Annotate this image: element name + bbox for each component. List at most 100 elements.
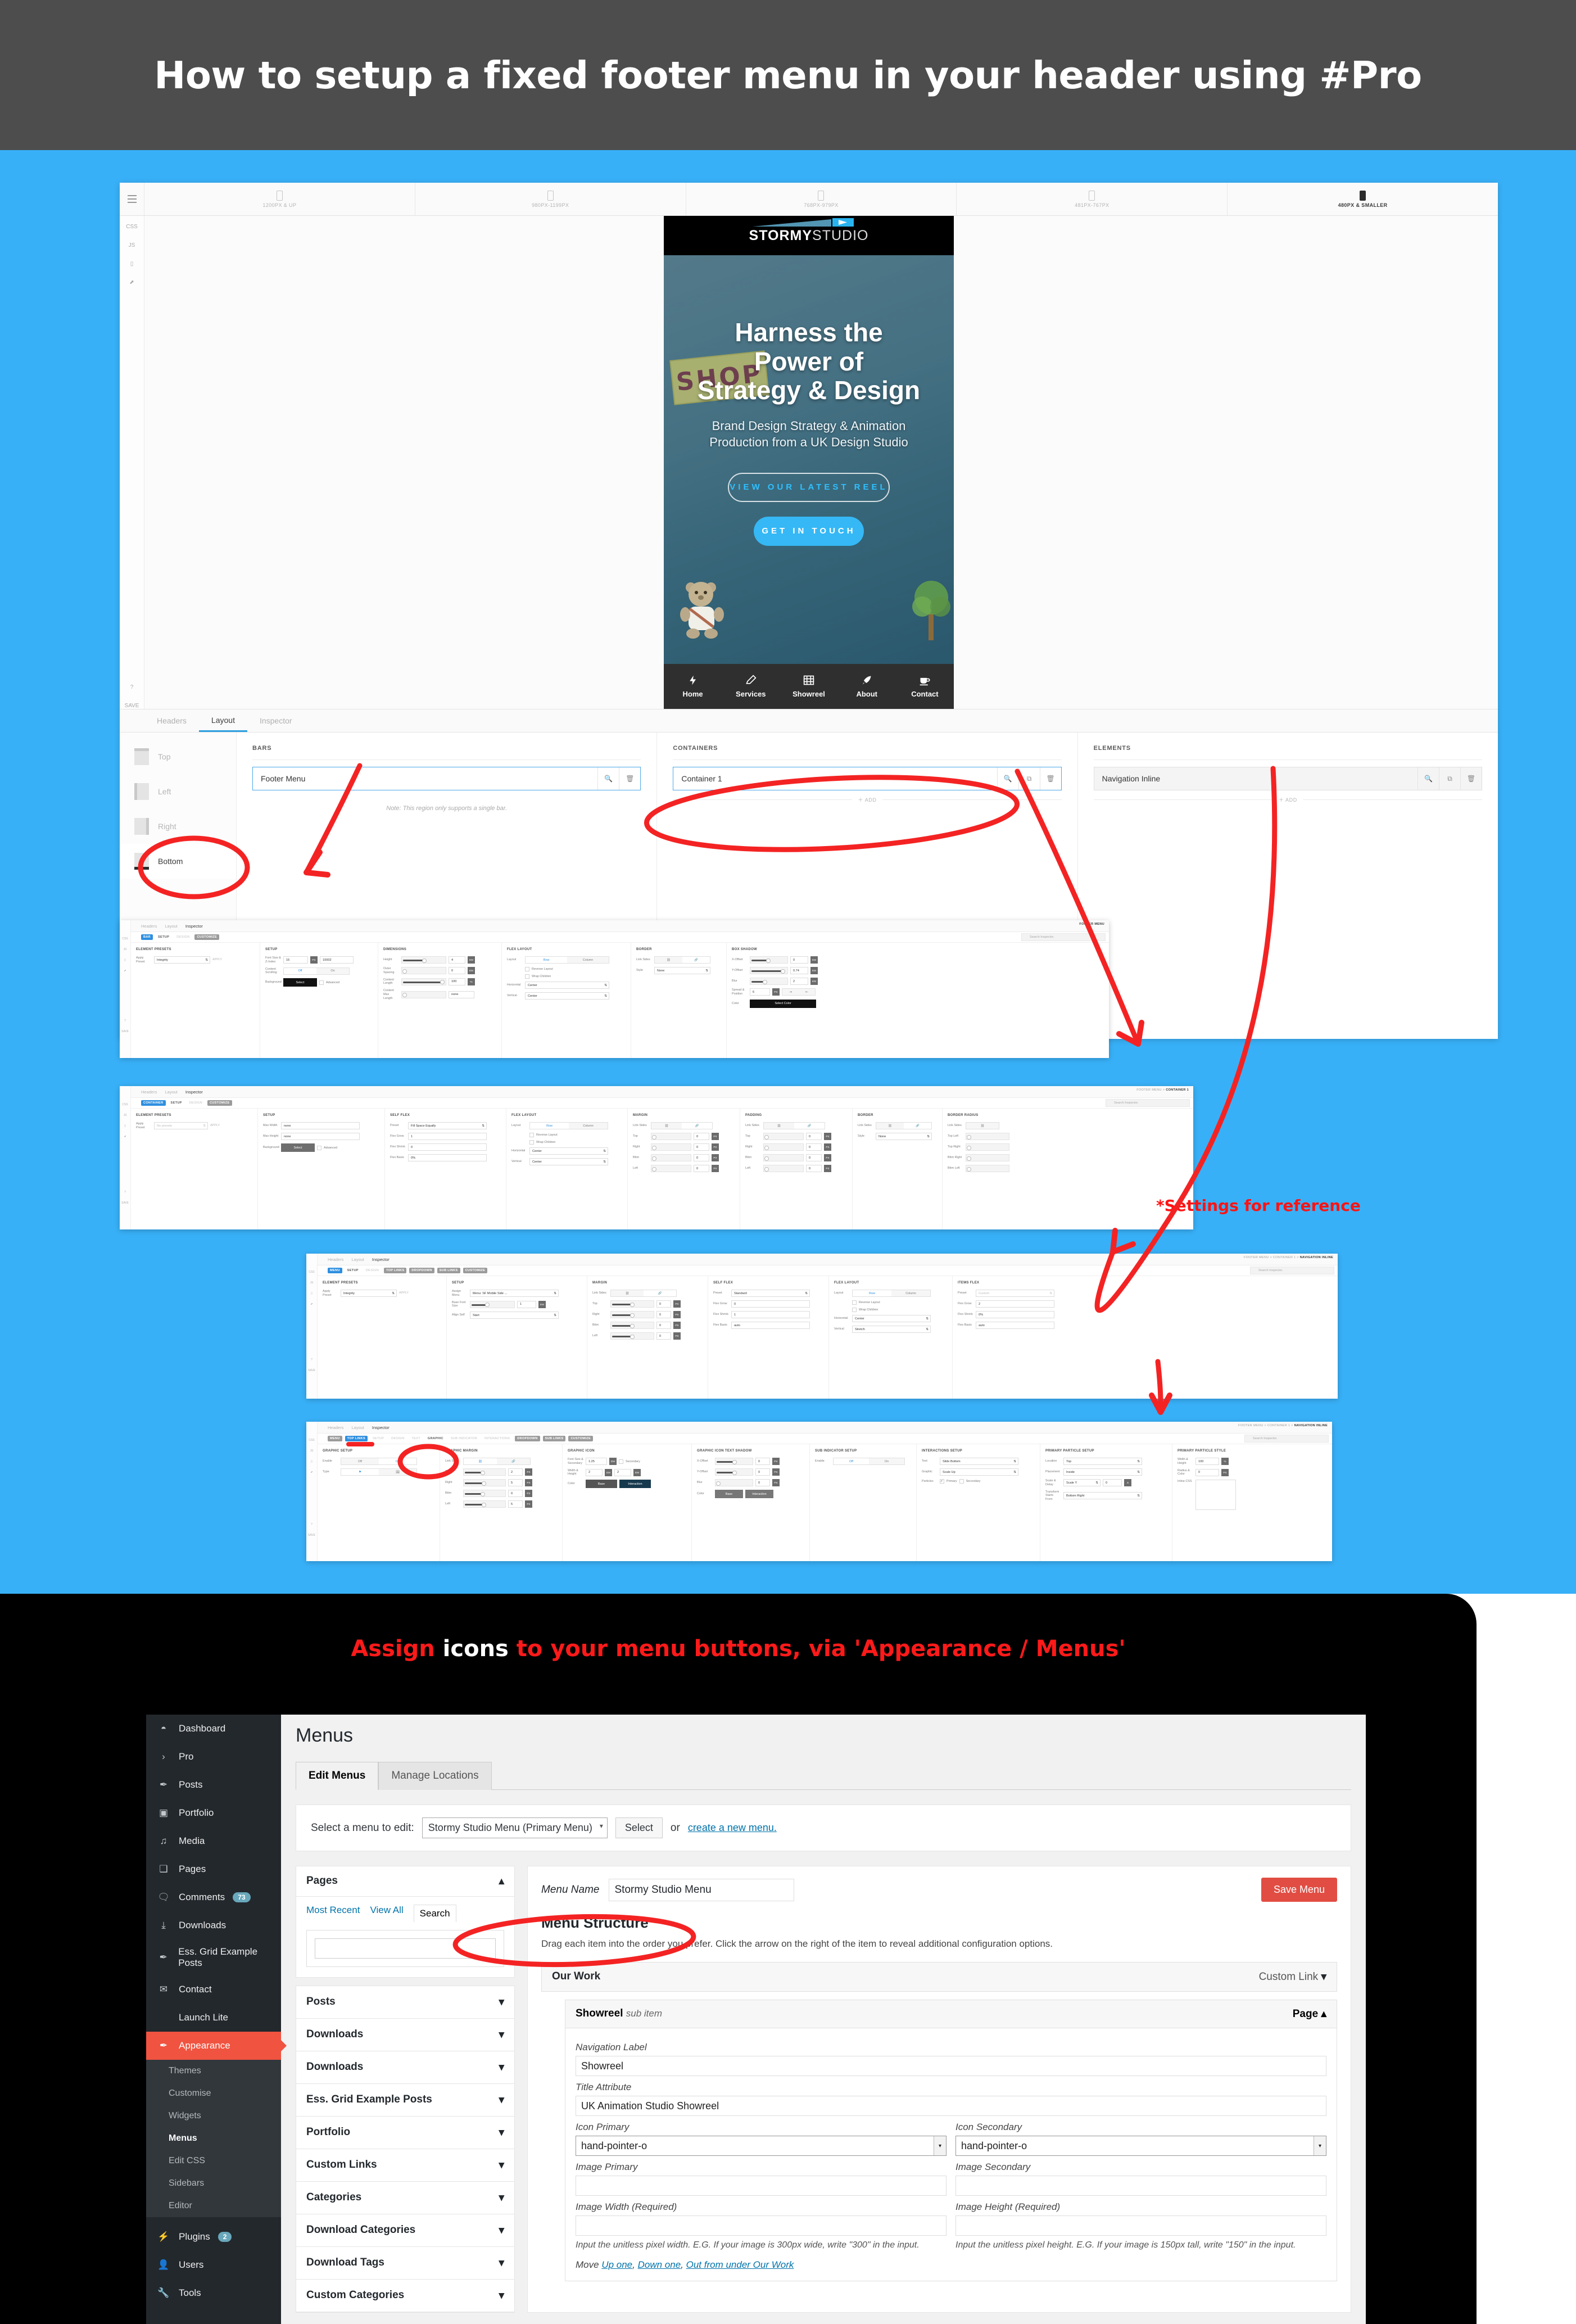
sidebar-item-pro[interactable]: › Pro: [146, 1743, 281, 1771]
is-blur-slider[interactable]: [715, 1479, 753, 1486]
tab-headers[interactable]: Headers: [144, 709, 199, 732]
icon-color-interaction-button[interactable]: Interaction: [619, 1480, 651, 1488]
tab-inspector[interactable]: Inspector: [185, 1089, 203, 1095]
css-tab[interactable]: CSS: [122, 1103, 128, 1106]
is-y-slider[interactable]: [715, 1468, 753, 1476]
padding-top-slider[interactable]: [763, 1133, 804, 1140]
js-tab[interactable]: JS: [124, 948, 127, 951]
particle-location-select[interactable]: Top ⇅: [1063, 1458, 1142, 1465]
image-height-input[interactable]: [955, 2216, 1326, 2236]
unlink-icon[interactable]: ⛓: [876, 1123, 904, 1129]
graphic-width-input[interactable]: 2: [586, 1468, 603, 1476]
sidebar-item-contact[interactable]: ✉ Contact: [146, 1975, 281, 2004]
save-button[interactable]: SAVE: [121, 1030, 129, 1033]
shadow-blur-slider[interactable]: [750, 978, 788, 985]
search-inspector-input[interactable]: Search Inspector.: [1106, 1099, 1190, 1107]
image-secondary-input[interactable]: [955, 2176, 1326, 2196]
accordion-ess-grid[interactable]: Ess. Grid Example Posts ▾: [296, 2084, 514, 2117]
vertical-align-select[interactable]: Stretch ⇅: [852, 1326, 931, 1333]
pill-menu[interactable]: MENU: [328, 1268, 342, 1273]
gm-top-slider[interactable]: [463, 1468, 506, 1476]
outer-spacing-slider[interactable]: [401, 967, 446, 975]
max-height-input[interactable]: none: [281, 1133, 360, 1140]
submenu-item-customise[interactable]: Customise: [146, 2082, 281, 2105]
primary-particle-checkbox[interactable]: ✓: [940, 1479, 944, 1484]
particle-transform-select[interactable]: Bottom Right ⇅: [1063, 1492, 1142, 1500]
pill-customize[interactable]: CUSTOMIZE: [463, 1268, 488, 1273]
font-size-input[interactable]: 16: [283, 956, 308, 964]
search-inspector-input[interactable]: Search Inspector.: [1244, 1435, 1329, 1443]
accordion-posts[interactable]: Posts ▾: [296, 1986, 514, 2019]
create-new-menu-link[interactable]: create a new menu.: [688, 1822, 777, 1834]
horizontal-align-select[interactable]: Center ⇅: [525, 982, 609, 989]
link-icon[interactable]: 🔗: [682, 957, 710, 963]
tab-layout[interactable]: Layout: [351, 1425, 364, 1430]
footer-nav-services[interactable]: Services: [722, 675, 780, 698]
link-icon[interactable]: 🔗: [497, 1458, 530, 1464]
pill-setup[interactable]: SETUP: [156, 934, 171, 940]
graphic-enable-toggle[interactable]: Off On: [341, 1458, 417, 1465]
link-sides-toggle[interactable]: ⛓ 🔗: [463, 1458, 531, 1465]
icon-color-base-button[interactable]: Base: [586, 1480, 617, 1488]
base-font-slider[interactable]: [470, 1300, 515, 1308]
content-scrolling-toggle[interactable]: Off On: [283, 967, 350, 975]
accordion-categories[interactable]: Categories ▾: [296, 2182, 514, 2214]
self-flex-preset-select[interactable]: Standard ⇅: [731, 1290, 810, 1297]
trash-icon[interactable]: 🗑: [619, 767, 640, 790]
tab-headers[interactable]: Headers: [328, 1425, 343, 1430]
footer-nav-about[interactable]: About: [838, 675, 896, 698]
js-tab[interactable]: JS: [310, 1449, 314, 1453]
flex-direction-toggle[interactable]: Row Column: [852, 1290, 931, 1297]
link-sides-toggle[interactable]: ⛓ 🔗: [651, 1122, 713, 1129]
external-link-icon[interactable]: ⬈: [310, 1303, 313, 1306]
advanced-checkbox[interactable]: [319, 980, 324, 985]
select-button[interactable]: Select: [615, 1817, 663, 1838]
unlink-icon[interactable]: ⛓: [611, 1290, 644, 1296]
pill-container[interactable]: CONTAINER: [141, 1100, 166, 1106]
flex-direction-toggle[interactable]: Row Column: [525, 956, 609, 964]
gm-right-slider[interactable]: [463, 1479, 506, 1486]
help-icon[interactable]: ?: [124, 1191, 126, 1194]
unit-px[interactable]: PX: [310, 956, 318, 964]
z-index-input[interactable]: 10002: [320, 956, 354, 964]
external-link-icon[interactable]: ⬈: [310, 1471, 313, 1474]
help-icon[interactable]: ?: [124, 1019, 126, 1023]
title-attribute-input[interactable]: UK Animation Studio Showreel: [576, 2096, 1326, 2116]
element-item-navigation-inline[interactable]: Navigation Inline 🔍 ⧉ 🗑: [1093, 767, 1482, 790]
unlink-icon[interactable]: ⛓: [966, 1123, 999, 1129]
pill-setup[interactable]: SETUP: [169, 1100, 184, 1106]
icon-secondary-select[interactable]: hand-pointer-o ▾: [955, 2136, 1326, 2156]
tab-layout[interactable]: Layout: [165, 924, 178, 929]
submenu-item-themes[interactable]: Themes: [146, 2060, 281, 2082]
unlink-icon[interactable]: ⛓: [651, 1123, 682, 1129]
pill-interactions[interactable]: INTERACTIONS: [482, 1436, 512, 1441]
breakpoint-tab-1200[interactable]: 1200PX & UP: [144, 183, 415, 215]
items-flex-basis-input[interactable]: auto: [976, 1322, 1054, 1329]
accordion-portfolio[interactable]: Portfolio ▾: [296, 2117, 514, 2149]
breakpoint-tab-481[interactable]: 481PX-767PX: [957, 183, 1228, 215]
items-flex-shrink-input[interactable]: 0%: [976, 1311, 1054, 1318]
flex-shrink-input[interactable]: 0: [408, 1143, 487, 1151]
external-link-icon[interactable]: ⬈: [129, 279, 134, 286]
link-icon[interactable]: 🔗: [644, 1290, 676, 1296]
move-up-link[interactable]: Up one: [601, 2259, 632, 2270]
items-flex-grow-input[interactable]: 2: [976, 1300, 1054, 1308]
graphic-font-size-input[interactable]: 1.25: [586, 1458, 607, 1466]
shadow-color-button[interactable]: Select Color: [750, 999, 816, 1008]
help-icon[interactable]: ?: [130, 684, 134, 690]
external-link-icon[interactable]: ⬈: [124, 1135, 126, 1138]
css-tab[interactable]: CSS: [309, 1439, 314, 1442]
move-out-link[interactable]: Out from under Our Work: [686, 2259, 794, 2270]
tab-view-all[interactable]: View All: [370, 1905, 403, 1922]
flex-grow-input[interactable]: 1: [408, 1133, 487, 1140]
breakpoint-tab-980[interactable]: 980PX-1199PX: [415, 183, 686, 215]
tab-manage-locations[interactable]: Manage Locations: [378, 1762, 492, 1790]
radius-tl-slider[interactable]: [966, 1133, 1009, 1140]
tab-most-recent[interactable]: Most Recent: [306, 1905, 360, 1922]
apply-button[interactable]: APPLY: [212, 958, 227, 962]
radius-bl-slider[interactable]: [966, 1165, 1009, 1172]
sidebar-item-comments[interactable]: 🗨 Comments 73: [146, 1883, 281, 1911]
duplicate-icon[interactable]: ⧉: [1018, 767, 1040, 790]
pill-text[interactable]: TEXT: [409, 1436, 423, 1441]
menu-item-showreel-header[interactable]: Showreel sub item Page ▴: [565, 2000, 1337, 2028]
